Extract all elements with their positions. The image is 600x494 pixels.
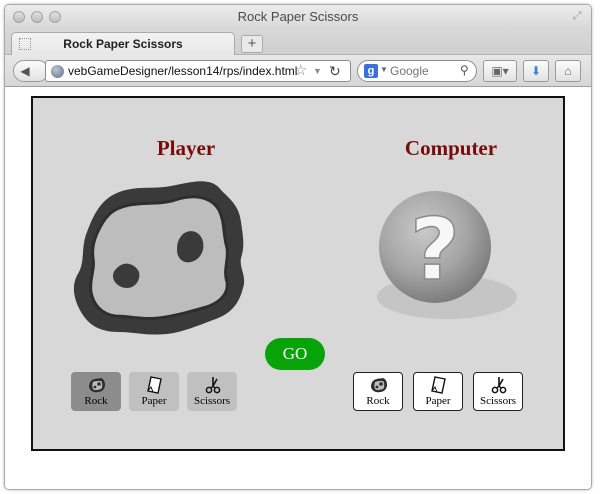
bookmark-star-icon[interactable]: ☆ [294,62,307,80]
address-bar[interactable]: vebGameDesigner/lesson14/rps/index.html … [45,60,351,82]
computer-paper-button[interactable]: Paper [413,372,463,411]
player-paper-button[interactable]: Paper [129,372,179,411]
paper-icon [431,376,446,394]
engine-dropdown-icon[interactable]: ▼ [380,65,388,74]
choice-label: Rock [366,395,390,407]
tab-rock-paper-scissors[interactable]: Rock Paper Scissors [11,32,235,56]
zoom-window-icon[interactable] [49,11,61,23]
browser-window: Rock Paper Scissors ⤢ Rock Paper Scissor… [4,4,592,490]
computer-question-mark-image: ? [377,191,517,319]
choice-label: Rock [84,395,108,407]
player-scissors-button[interactable]: Scissors [187,372,237,411]
computer-scissors-button[interactable]: Scissors [473,372,523,411]
navigation-toolbar: ◀ vebGameDesigner/lesson14/rps/index.htm… [5,55,591,87]
back-button[interactable]: ◀ [13,60,49,82]
bookmarks-button[interactable]: ▣▾ [483,60,517,82]
tab-label: Rock Paper Scissors [63,37,183,51]
globe-icon [51,65,64,78]
computer-title: Computer [404,136,498,160]
close-window-icon[interactable] [13,11,25,23]
url-text[interactable]: vebGameDesigner/lesson14/rps/index.html [68,61,297,81]
search-input[interactable] [390,63,454,79]
home-icon: ⌂ [564,64,572,78]
back-arrow-icon: ◀ [20,64,30,78]
choice-label: Paper [425,395,451,407]
scissors-icon [491,377,507,394]
reload-icon[interactable]: ↻ [329,62,341,80]
home-button[interactable]: ⌂ [555,60,581,82]
paper-icon [147,376,162,394]
player-title: Player [156,136,216,160]
scissors-icon [205,377,221,394]
svg-text:?: ? [410,200,460,300]
computer-rock-button[interactable]: Rock [353,372,403,411]
player-rock-image [73,181,245,335]
player-rock-button[interactable]: Rock [71,372,121,411]
rock-icon [371,378,387,393]
page-content: Player Computer ? GO Rock Paper Scissors… [5,88,591,489]
page-favicon-icon [19,38,31,50]
new-tab-button[interactable]: + [241,35,263,53]
downloads-button[interactable]: ⬇ [523,60,549,82]
game-board: Player Computer ? GO Rock Paper Scissors… [31,96,565,451]
fullscreen-icon[interactable]: ⤢ [571,10,583,22]
search-magnifier-icon[interactable]: ⚲ [460,63,469,77]
google-engine-icon[interactable]: g [364,64,378,78]
choice-label: Scissors [479,395,517,407]
rock-icon [89,378,105,393]
tab-strip: Rock Paper Scissors + [5,29,591,56]
minimize-window-icon[interactable] [31,11,43,23]
window-title: Rock Paper Scissors [237,9,359,24]
history-dropdown-icon[interactable]: ▼ [313,64,322,78]
search-bar[interactable]: g ▼ ⚲ [357,60,477,82]
choice-label: Paper [141,395,167,407]
bookmarks-icon: ▣▾ [491,64,509,78]
choice-label: Scissors [193,395,231,407]
title-bar: Rock Paper Scissors ⤢ [5,5,591,29]
go-button[interactable]: GO [265,338,325,370]
download-arrow-icon: ⬇ [530,64,542,78]
